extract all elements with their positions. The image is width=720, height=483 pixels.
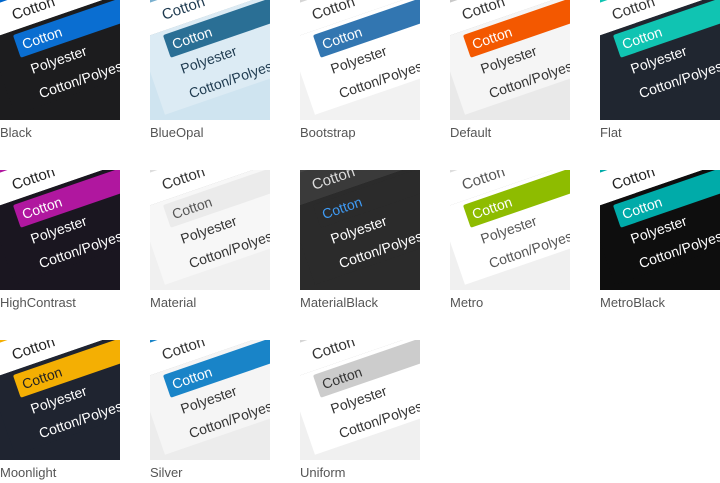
dropdown-preview: Cotton Cotton Polyester Cotton/Polyester <box>600 0 720 115</box>
theme-thumbnail: Cotton Cotton Polyester Cotton/Polyester <box>600 0 720 120</box>
dropdown-preview: Cotton Cotton Polyester Cotton/Polyester <box>450 0 570 115</box>
dropdown-preview: Cotton Cotton Polyester Cotton/Polyester <box>150 0 270 115</box>
theme-name[interactable]: BlueOpal <box>150 123 270 143</box>
dropdown-preview: Cotton Cotton Polyester Cotton/Polyester <box>300 340 420 455</box>
dropdown-preview: Cotton Cotton Polyester Cotton/Polyester <box>150 340 270 455</box>
theme-name[interactable]: Bootstrap <box>300 123 420 143</box>
theme-card-moonlight[interactable]: Cotton Cotton Polyester Cotton/Polyester… <box>0 340 120 480</box>
dropdown-preview: Cotton Cotton Polyester Cotton/Polyester <box>300 0 420 115</box>
theme-card-metroblack[interactable]: Cotton Cotton Polyester Cotton/Polyester… <box>600 170 720 310</box>
theme-thumbnail: Cotton Cotton Polyester Cotton/Polyester <box>0 340 120 460</box>
dropdown-preview: Cotton Cotton Polyester Cotton/Polyester <box>0 340 120 455</box>
theme-thumbnail: Cotton Cotton Polyester Cotton/Polyester <box>150 0 270 120</box>
theme-name[interactable]: MaterialBlack <box>300 293 420 313</box>
dropdown-preview: Cotton Cotton Polyester Cotton/Polyester <box>300 170 420 285</box>
dropdown-preview: Cotton Cotton Polyester Cotton/Polyester <box>0 170 120 285</box>
theme-name[interactable]: HighContrast <box>0 293 120 313</box>
theme-thumbnail: Cotton Cotton Polyester Cotton/Polyester <box>450 170 570 290</box>
theme-name[interactable]: Moonlight <box>0 463 120 483</box>
theme-gallery: Cotton Cotton Polyester Cotton/Polyester… <box>0 0 720 482</box>
theme-card-materialblack[interactable]: Cotton Cotton Polyester Cotton/Polyester… <box>300 170 420 310</box>
theme-name[interactable]: Uniform <box>300 463 420 483</box>
theme-card-highcontrast[interactable]: Cotton Cotton Polyester Cotton/Polyester… <box>0 170 120 310</box>
theme-thumbnail: Cotton Cotton Polyester Cotton/Polyester <box>300 340 420 460</box>
theme-card-uniform[interactable]: Cotton Cotton Polyester Cotton/Polyester… <box>300 340 420 480</box>
theme-card-metro[interactable]: Cotton Cotton Polyester Cotton/Polyester… <box>450 170 570 310</box>
dropdown-preview: Cotton Cotton Polyester Cotton/Polyester <box>450 170 570 285</box>
theme-thumbnail: Cotton Cotton Polyester Cotton/Polyester <box>0 0 120 120</box>
dropdown-preview: Cotton Cotton Polyester Cotton/Polyester <box>150 170 270 285</box>
dropdown-preview: Cotton Cotton Polyester Cotton/Polyester <box>600 170 720 285</box>
theme-thumbnail: Cotton Cotton Polyester Cotton/Polyester <box>300 170 420 290</box>
dropdown-preview: Cotton Cotton Polyester Cotton/Polyester <box>0 0 120 115</box>
theme-thumbnail: Cotton Cotton Polyester Cotton/Polyester <box>150 170 270 290</box>
theme-name[interactable]: Default <box>450 123 570 143</box>
theme-name[interactable]: Flat <box>600 123 720 143</box>
theme-thumbnail: Cotton Cotton Polyester Cotton/Polyester <box>600 170 720 290</box>
theme-card-default[interactable]: Cotton Cotton Polyester Cotton/Polyester… <box>450 0 570 140</box>
theme-card-blueopal[interactable]: Cotton Cotton Polyester Cotton/Polyester… <box>150 0 270 140</box>
theme-thumbnail: Cotton Cotton Polyester Cotton/Polyester <box>450 0 570 120</box>
theme-name[interactable]: Silver <box>150 463 270 483</box>
theme-thumbnail: Cotton Cotton Polyester Cotton/Polyester <box>150 340 270 460</box>
theme-card-bootstrap[interactable]: Cotton Cotton Polyester Cotton/Polyester… <box>300 0 420 140</box>
theme-card-flat[interactable]: Cotton Cotton Polyester Cotton/Polyester… <box>600 0 720 140</box>
theme-card-material[interactable]: Cotton Cotton Polyester Cotton/Polyester… <box>150 170 270 310</box>
theme-name[interactable]: Material <box>150 293 270 313</box>
theme-thumbnail: Cotton Cotton Polyester Cotton/Polyester <box>0 170 120 290</box>
theme-thumbnail: Cotton Cotton Polyester Cotton/Polyester <box>300 0 420 120</box>
theme-card-black[interactable]: Cotton Cotton Polyester Cotton/Polyester… <box>0 0 120 140</box>
theme-name[interactable]: Metro <box>450 293 570 313</box>
theme-name[interactable]: Black <box>0 123 120 143</box>
theme-name[interactable]: MetroBlack <box>600 293 720 313</box>
theme-card-silver[interactable]: Cotton Cotton Polyester Cotton/Polyester… <box>150 340 270 480</box>
